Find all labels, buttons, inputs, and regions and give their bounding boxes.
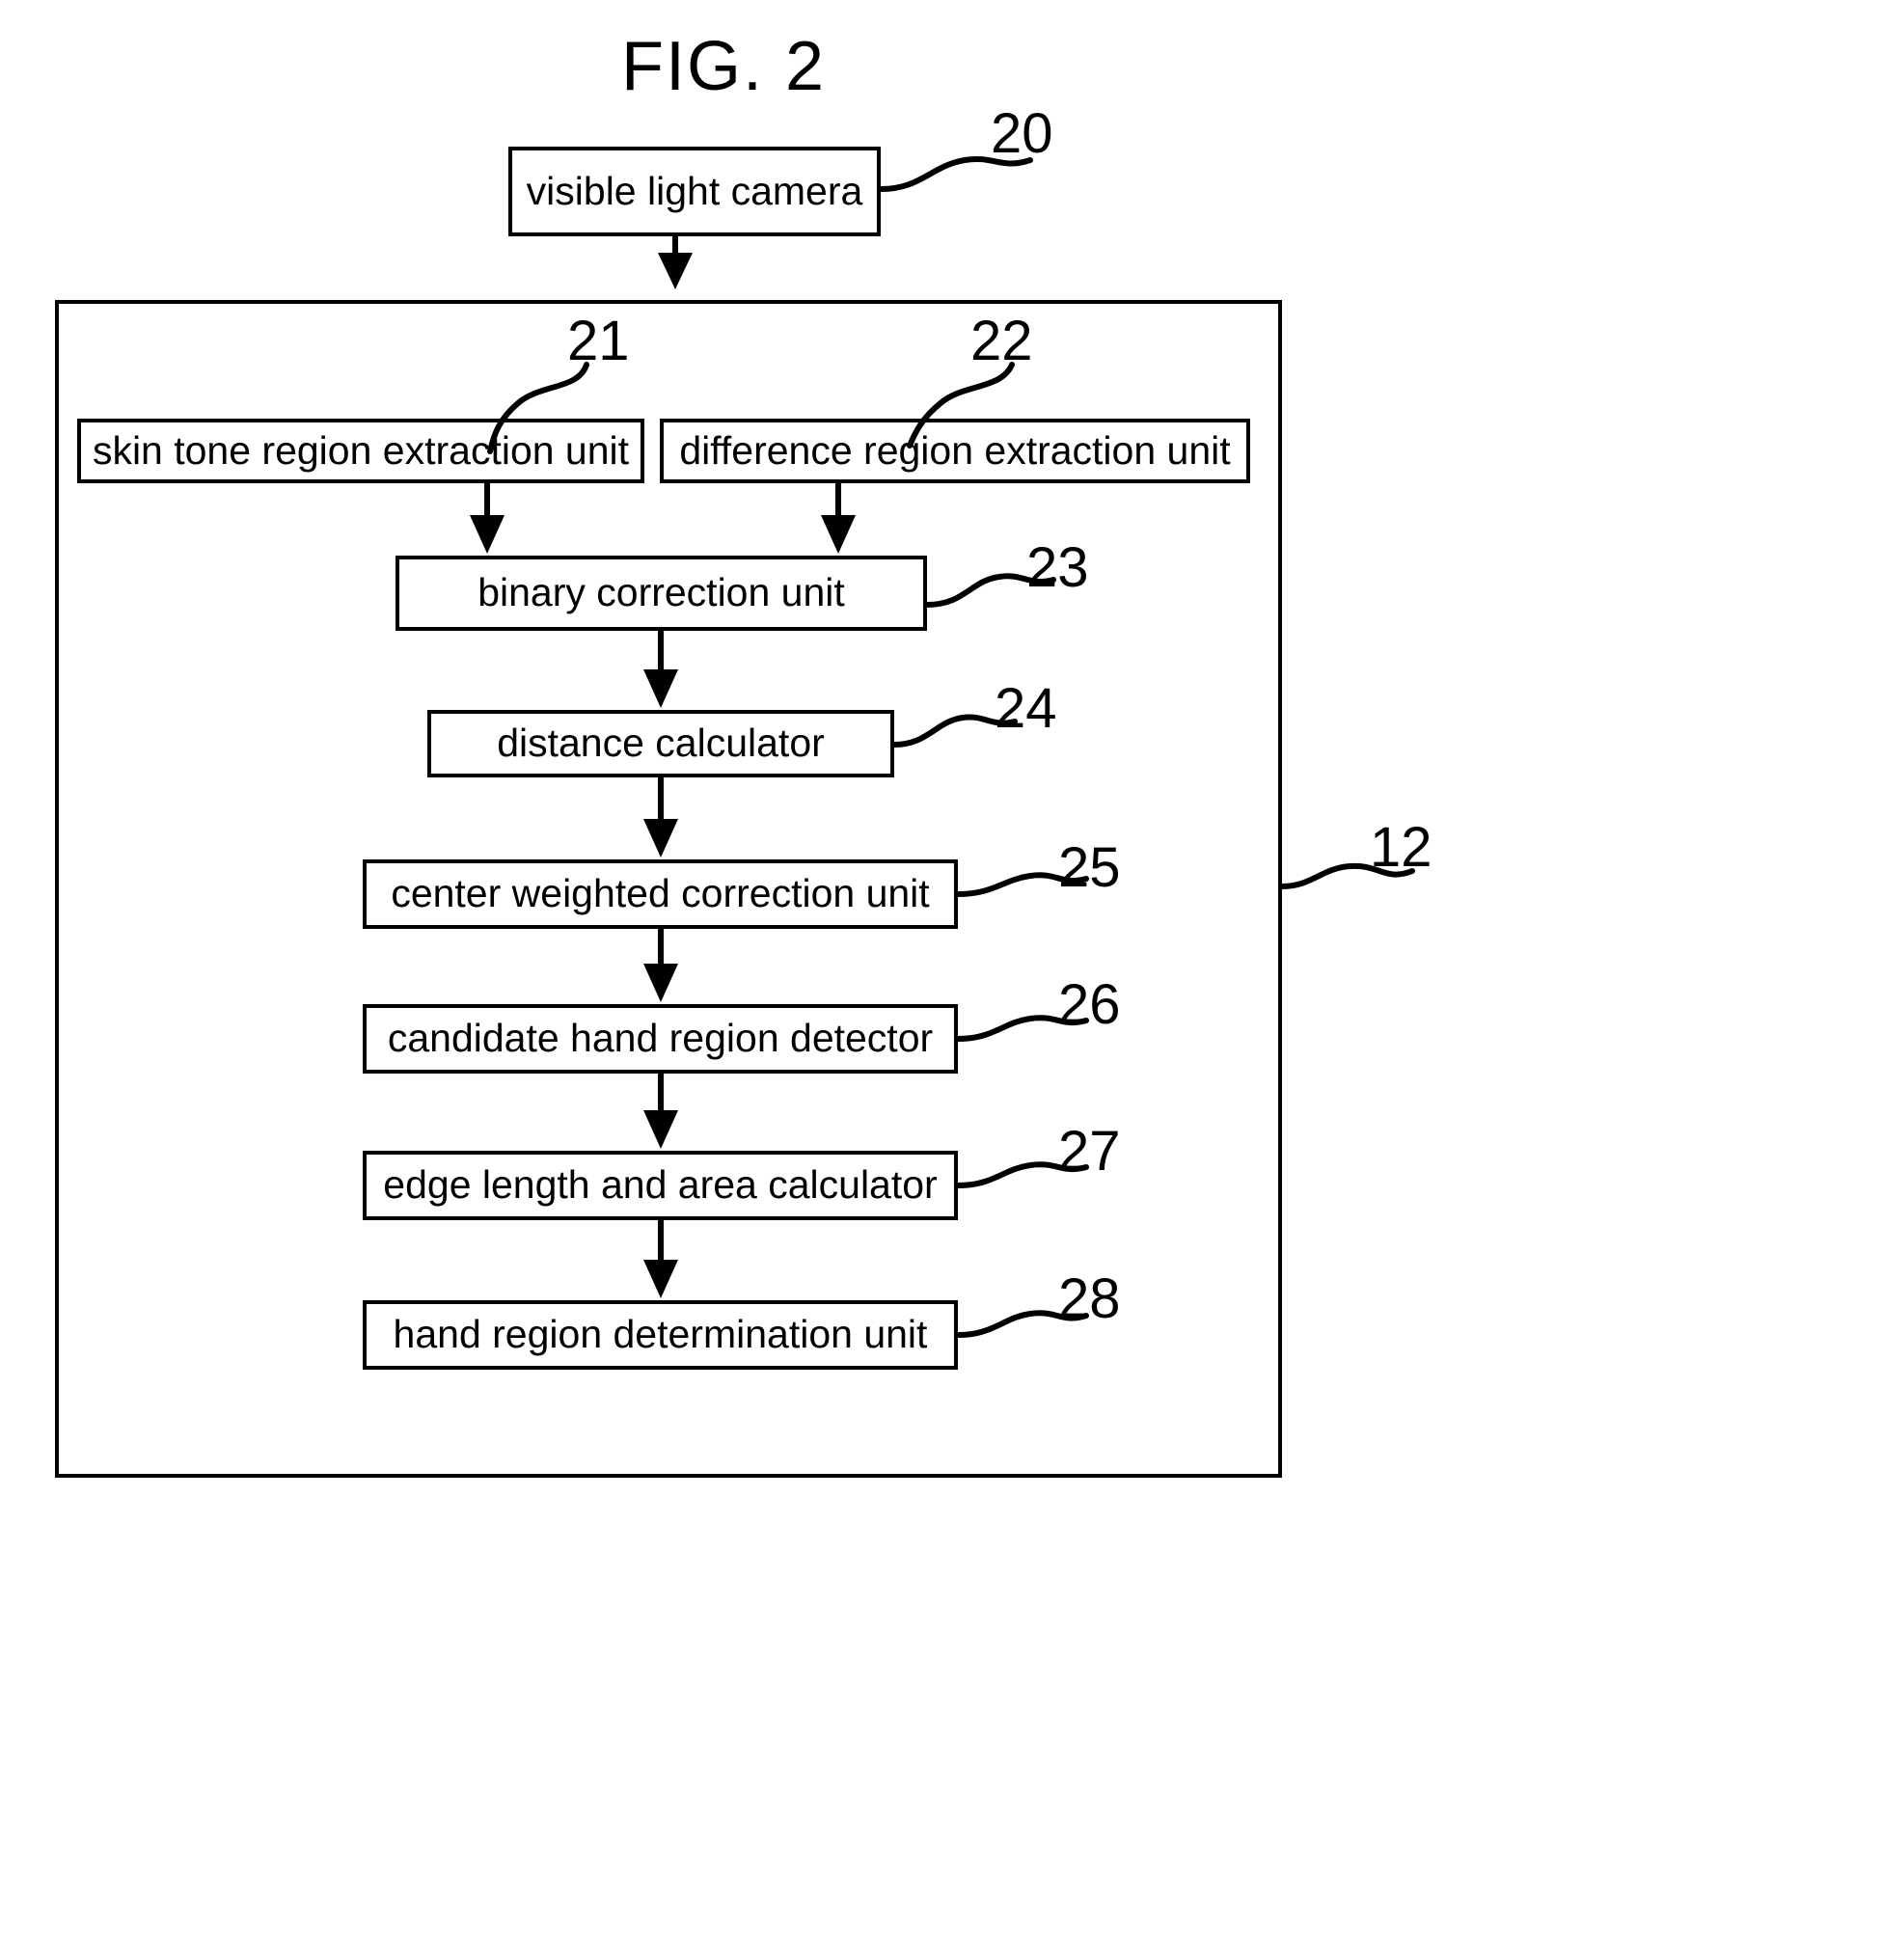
box-candidate-hand-region-detector[interactable]: candidate hand region detector	[363, 1004, 958, 1074]
arrow-camera-to-system	[658, 236, 693, 289]
box-distance-calculator[interactable]: distance calculator	[427, 710, 894, 777]
box-label-visible-light-camera: visible light camera	[526, 168, 863, 213]
box-hand-region-determination-unit[interactable]: hand region determination unit	[363, 1300, 958, 1370]
ref-numeral-23: 23	[1026, 536, 1089, 599]
box-center-weighted-correction-unit[interactable]: center weighted correction unit	[363, 859, 958, 929]
box-binary-correction-unit[interactable]: binary correction unit	[395, 556, 927, 631]
ref-numeral-21: 21	[567, 310, 630, 372]
box-edge-length-and-area-calculator[interactable]: edge length and area calculator	[363, 1151, 958, 1220]
ref-numeral-22: 22	[970, 310, 1033, 372]
box-label-center-weighted-correction-unit: center weighted correction unit	[391, 871, 930, 916]
box-label-hand-region-determination-unit: hand region determination unit	[393, 1312, 928, 1357]
ref-numeral-27: 27	[1058, 1120, 1121, 1183]
box-label-edge-length-and-area-calculator: edge length and area calculator	[383, 1162, 938, 1208]
ref-numeral-20: 20	[991, 102, 1053, 165]
box-label-skin-tone-region-extraction-unit: skin tone region extraction unit	[92, 427, 630, 473]
ref-numeral-28: 28	[1058, 1267, 1121, 1330]
box-label-binary-correction-unit: binary correction unit	[477, 570, 845, 615]
box-label-candidate-hand-region-detector: candidate hand region detector	[387, 1016, 934, 1061]
box-visible-light-camera[interactable]: visible light camera	[508, 147, 881, 236]
ref-numeral-12: 12	[1370, 816, 1432, 879]
ref-numeral-25: 25	[1058, 836, 1121, 899]
box-label-difference-region-extraction-unit: difference region extraction unit	[679, 427, 1231, 473]
box-skin-tone-region-extraction-unit[interactable]: skin tone region extraction unit	[77, 419, 644, 483]
box-label-distance-calculator: distance calculator	[497, 721, 825, 766]
box-difference-region-extraction-unit[interactable]: difference region extraction unit	[660, 419, 1250, 483]
ref-numeral-26: 26	[1058, 973, 1121, 1036]
figure-canvas: FIG. 2 visible light camera skin tone re…	[0, 0, 1882, 1960]
ref-numeral-24: 24	[995, 677, 1057, 740]
figure-title: FIG. 2	[620, 28, 827, 105]
